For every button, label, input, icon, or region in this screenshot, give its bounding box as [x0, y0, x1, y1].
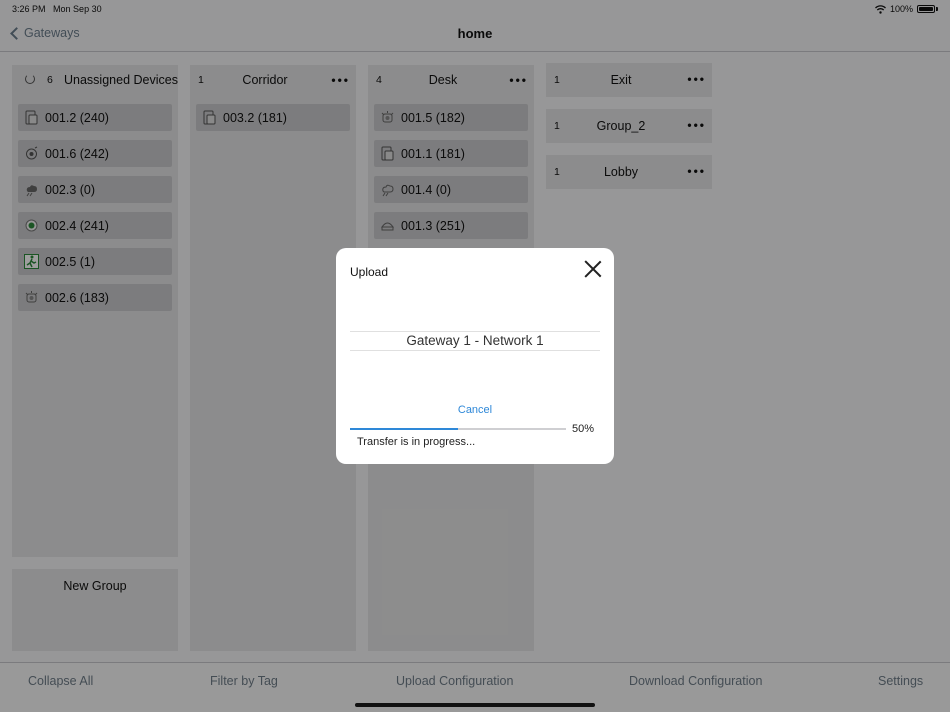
- cancel-button[interactable]: Cancel: [336, 404, 614, 416]
- transfer-status: Transfer is in progress...: [357, 436, 476, 448]
- home-indicator: [355, 703, 595, 707]
- gateway-name: Gateway 1 - Network 1: [406, 333, 544, 348]
- divider: [350, 350, 600, 351]
- dialog-title: Upload: [350, 265, 389, 279]
- divider: [350, 331, 600, 332]
- progress-fill: [350, 428, 458, 430]
- close-icon[interactable]: [584, 260, 602, 278]
- upload-dialog: Upload Gateway 1 - Network 1 Cancel 50% …: [336, 248, 614, 464]
- progress-percent: 50%: [572, 423, 595, 435]
- progress-bar: [350, 428, 566, 430]
